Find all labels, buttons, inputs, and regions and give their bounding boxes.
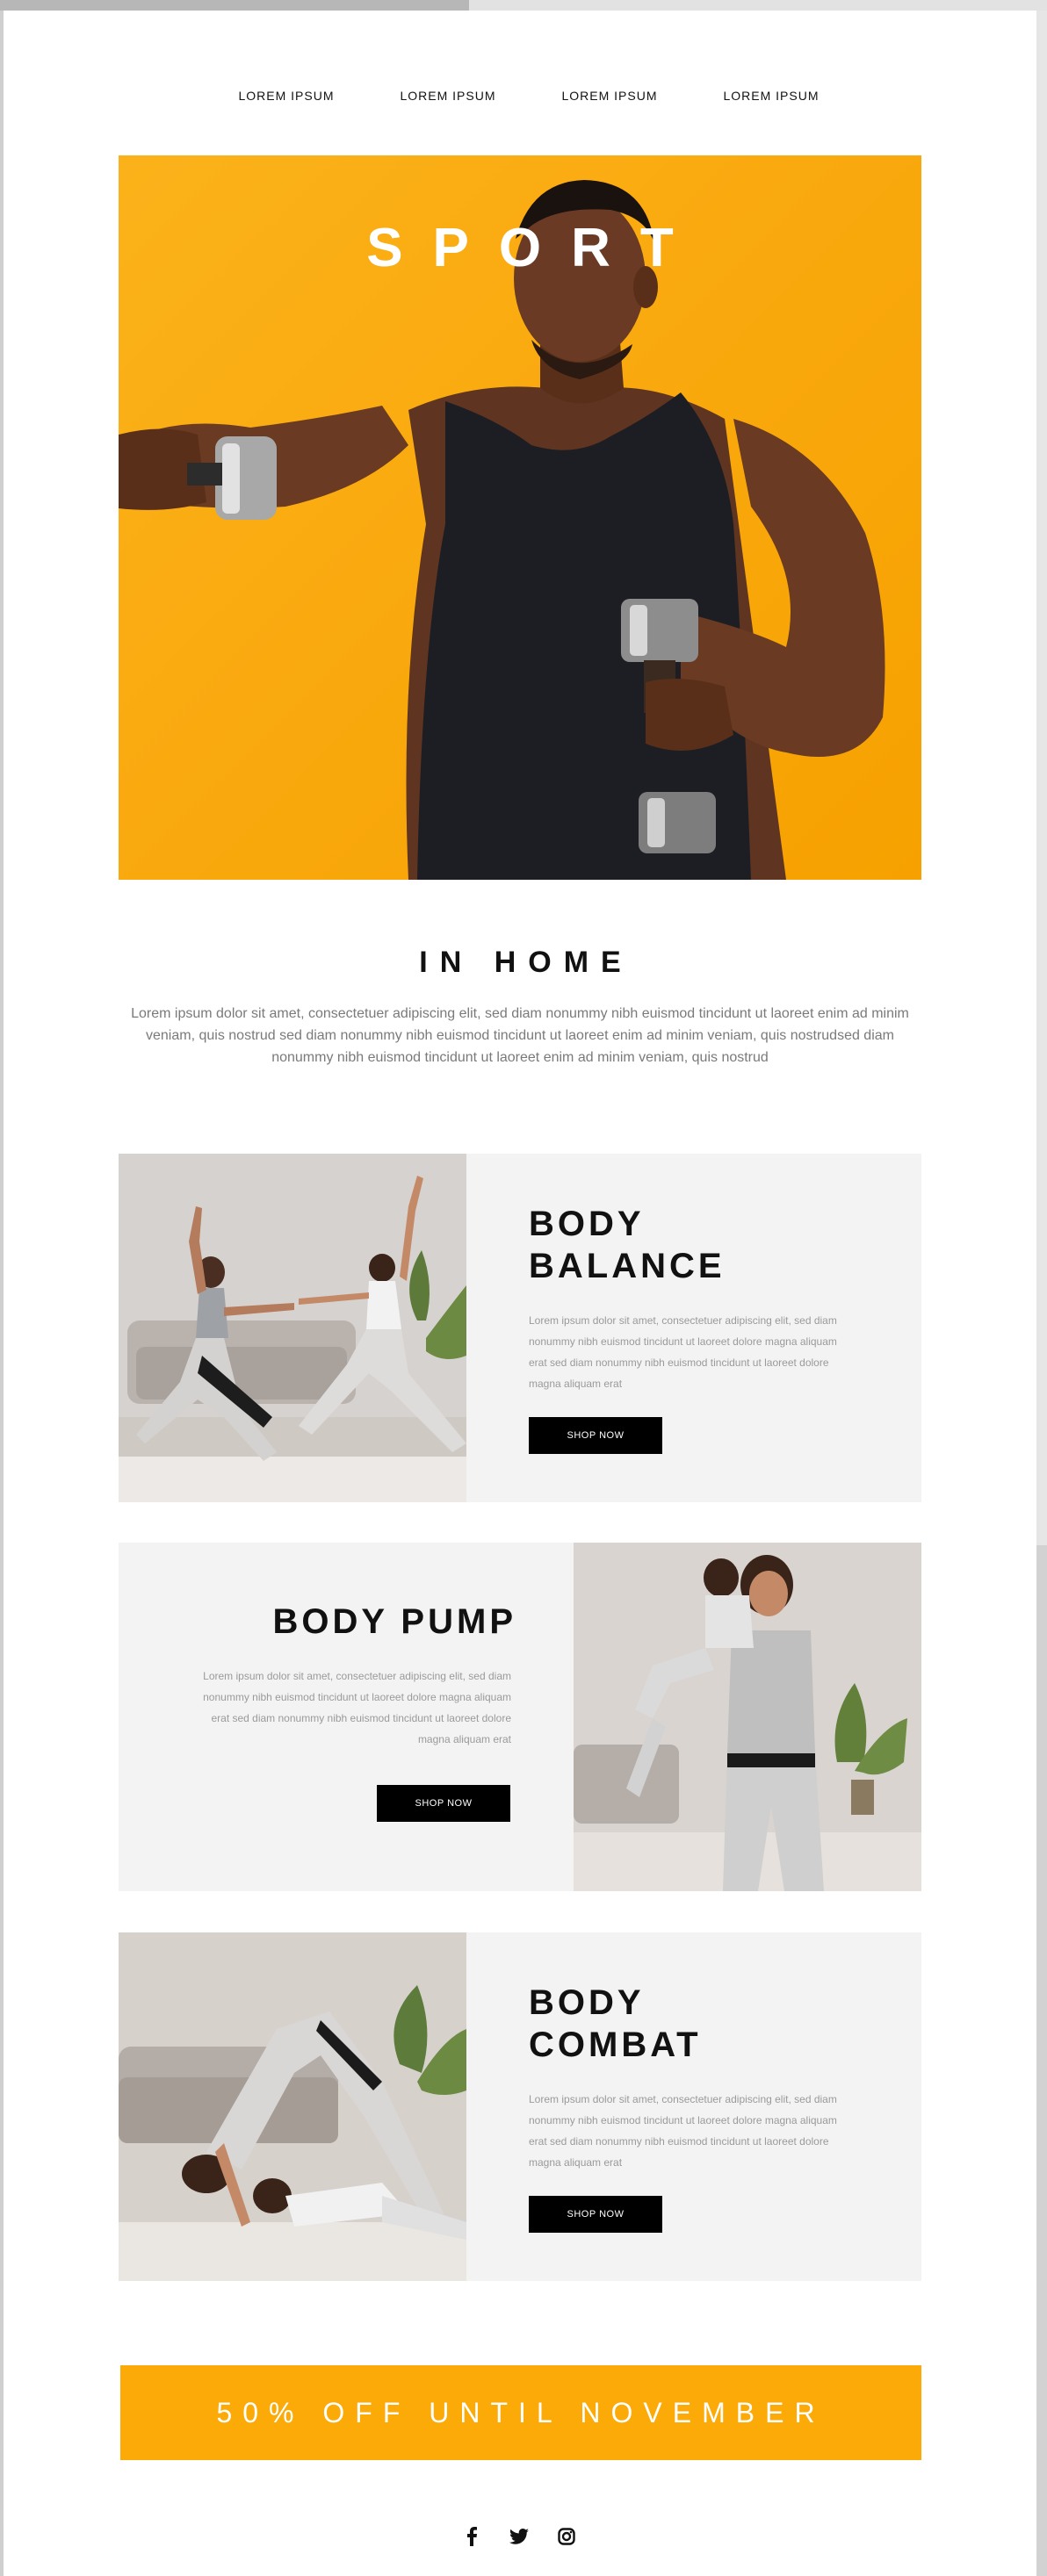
background-band bbox=[0, 0, 469, 11]
top-nav: LOREM IPSUM LOREM IPSUM LOREM IPSUM LORE… bbox=[4, 76, 1036, 120]
nav-link-2[interactable]: LOREM IPSUM bbox=[386, 89, 509, 103]
feature-image bbox=[574, 1543, 921, 1891]
section-title: IN HOME bbox=[419, 946, 633, 979]
nav-link-3[interactable]: LOREM IPSUM bbox=[548, 89, 671, 103]
shop-now-button[interactable]: SHOP NOW bbox=[529, 2196, 662, 2233]
instagram-icon[interactable] bbox=[553, 2523, 580, 2550]
feature-title-line: BODY bbox=[529, 1205, 645, 1243]
social-links bbox=[4, 2523, 1036, 2550]
shop-now-button[interactable]: SHOP NOW bbox=[529, 1417, 662, 1454]
feature-description: Lorem ipsum dolor sit amet, consectetuer… bbox=[203, 1670, 511, 1745]
feature-title-line: BODY bbox=[529, 1983, 645, 2022]
background-band bbox=[1036, 1545, 1047, 2576]
promo-banner[interactable]: 50% OFF UNTIL NOVEMBER bbox=[120, 2365, 921, 2460]
section-description: Lorem ipsum dolor sit amet, consectetuer… bbox=[131, 1006, 909, 1065]
feature-image bbox=[119, 1154, 466, 1502]
feature-image bbox=[119, 1932, 466, 2281]
feature-title-line: COMBAT bbox=[529, 2026, 702, 2064]
feature-title: BODY BALANCE bbox=[529, 1203, 726, 1287]
hero-title: SPORT bbox=[366, 218, 704, 278]
twitter-icon[interactable] bbox=[506, 2523, 532, 2550]
feature-title: BODY PUMP bbox=[119, 1601, 516, 1643]
nav-link-4[interactable]: LOREM IPSUM bbox=[710, 89, 833, 103]
shop-now-button[interactable]: SHOP NOW bbox=[377, 1785, 510, 1822]
feature-title-line: BALANCE bbox=[529, 1247, 726, 1285]
email-card: LOREM IPSUM LOREM IPSUM LOREM IPSUM LORE… bbox=[4, 11, 1036, 2576]
feature-body-pump: BODY PUMP Lorem ipsum dolor sit amet, co… bbox=[119, 1543, 921, 1891]
feature-body-balance: BODY BALANCE Lorem ipsum dolor sit amet,… bbox=[119, 1154, 921, 1502]
facebook-icon[interactable] bbox=[459, 2523, 485, 2550]
feature-body-combat: BODY COMBAT Lorem ipsum dolor sit amet, … bbox=[119, 1932, 921, 2281]
feature-title: BODY COMBAT bbox=[529, 1982, 702, 2066]
background-band bbox=[469, 0, 1047, 11]
feature-title-line: BODY PUMP bbox=[272, 1602, 516, 1641]
nav-link-1[interactable]: LOREM IPSUM bbox=[225, 89, 348, 103]
feature-description: Lorem ipsum dolor sit amet, consectetuer… bbox=[529, 1314, 837, 1390]
feature-description: Lorem ipsum dolor sit amet, consectetuer… bbox=[529, 2093, 837, 2169]
hero-banner: SPORT bbox=[119, 155, 921, 880]
